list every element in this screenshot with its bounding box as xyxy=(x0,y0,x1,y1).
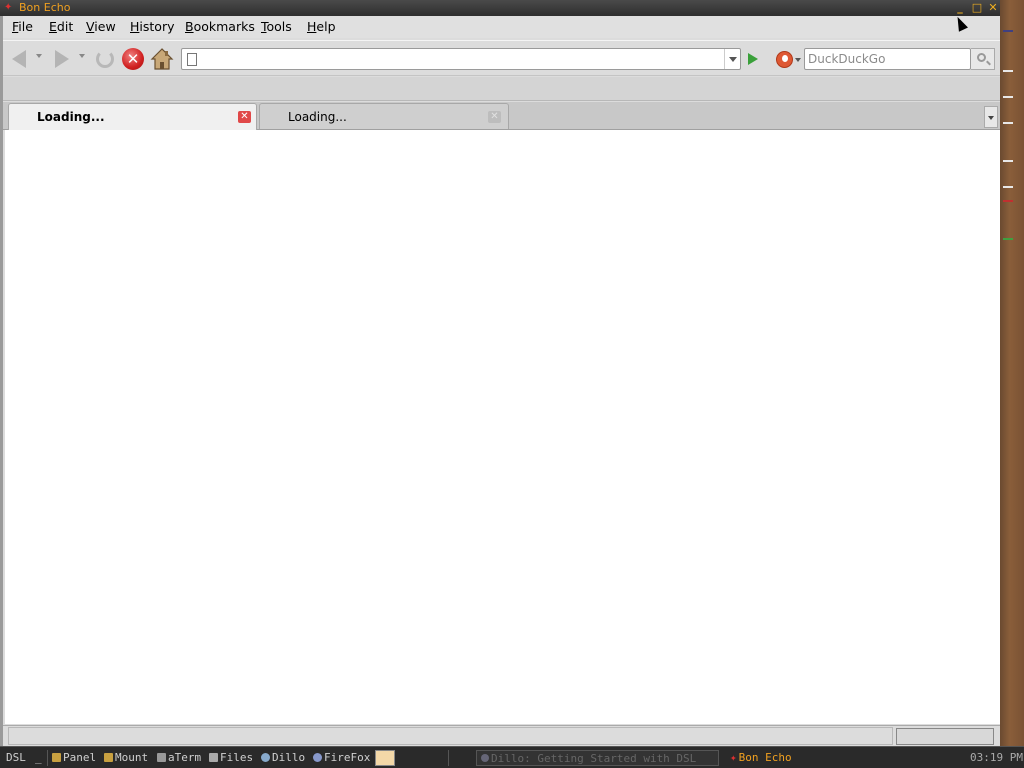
duckduckgo-icon xyxy=(776,51,793,68)
home-button[interactable] xyxy=(150,47,174,71)
launcher-mount[interactable]: Mount xyxy=(104,750,148,766)
go-arrow-icon xyxy=(748,53,758,65)
desktop-pager[interactable] xyxy=(375,750,395,766)
chevron-down-icon xyxy=(795,58,801,62)
app-icon: ✦ xyxy=(4,2,13,13)
search-icon xyxy=(977,53,986,62)
url-input[interactable] xyxy=(204,51,719,67)
list-all-tabs-button[interactable] xyxy=(984,106,998,128)
launcher-files[interactable]: Files xyxy=(209,750,253,766)
status-text xyxy=(8,727,893,745)
desktop-marker xyxy=(1003,200,1013,202)
stop-button[interactable]: ✕ xyxy=(121,47,145,71)
app-icon: ✦ xyxy=(730,751,737,764)
tab-loading-active[interactable]: Loading... ✕ xyxy=(8,103,257,130)
menu-history[interactable]: History xyxy=(130,19,174,34)
menu-help[interactable]: Help xyxy=(307,19,336,34)
task-bon-echo[interactable]: ✦ Bon Echo xyxy=(726,750,846,766)
tab-close-icon[interactable]: ✕ xyxy=(238,111,251,123)
maximize-button[interactable]: □ xyxy=(971,2,983,14)
dillo-icon xyxy=(261,753,270,762)
reload-icon xyxy=(96,50,114,68)
url-bar[interactable] xyxy=(181,48,741,70)
start-menu-button[interactable]: DSL xyxy=(6,750,26,766)
menu-bookmarks[interactable]: Bookmarks xyxy=(185,19,255,34)
navigation-toolbar: ✕ xyxy=(3,40,1000,76)
menu-tools[interactable]: Tools xyxy=(261,19,292,34)
files-icon xyxy=(209,753,218,762)
status-bar xyxy=(3,725,1000,746)
tab-strip: Loading... ✕ Loading... ✕ xyxy=(3,102,1000,130)
search-button[interactable] xyxy=(971,48,995,70)
menu-edit[interactable]: Edit xyxy=(49,19,73,34)
window-title: Bon Echo xyxy=(19,1,71,14)
forward-button[interactable] xyxy=(49,47,73,71)
taskbar-separator xyxy=(47,750,48,766)
menu-file[interactable]: File xyxy=(12,19,33,34)
desktop-marker xyxy=(1003,30,1013,32)
menubar: File Edit View History Bookmarks Tools H… xyxy=(3,16,1000,38)
launcher-aterm[interactable]: aTerm xyxy=(157,750,201,766)
desktop-edge xyxy=(1000,0,1024,746)
tab-loading[interactable]: Loading... ✕ xyxy=(259,103,509,129)
panel-icon xyxy=(52,753,61,762)
back-history-dropdown[interactable] xyxy=(36,54,42,58)
chevron-down-icon xyxy=(988,116,994,120)
url-history-dropdown[interactable] xyxy=(724,49,740,69)
minimize-button[interactable]: _ xyxy=(954,2,966,14)
close-button[interactable]: ✕ xyxy=(987,2,999,14)
browser-window: File Edit View History Bookmarks Tools H… xyxy=(0,16,1000,746)
desktop-marker xyxy=(1003,186,1013,188)
search-box[interactable] xyxy=(804,48,971,70)
reload-button[interactable] xyxy=(93,47,117,71)
desktop-marker xyxy=(1003,96,1013,98)
chevron-down-icon xyxy=(729,57,737,62)
desktop-marker xyxy=(1003,160,1013,162)
forward-history-dropdown[interactable] xyxy=(79,54,85,58)
bookmarks-toolbar xyxy=(3,77,1000,101)
launcher-panel[interactable]: Panel xyxy=(52,750,96,766)
menu-view[interactable]: View xyxy=(86,19,116,34)
page-icon xyxy=(187,53,197,66)
taskbar-separator xyxy=(448,750,449,766)
task-dillo[interactable]: Dillo: Getting Started with DSL xyxy=(476,750,719,766)
clock: 03:19 PM xyxy=(970,751,1023,764)
home-icon xyxy=(150,48,174,70)
stop-icon: ✕ xyxy=(122,48,144,70)
search-engine-selector[interactable] xyxy=(776,50,801,70)
page-content[interactable] xyxy=(5,130,1000,724)
mount-icon xyxy=(104,753,113,762)
tab-label: Loading... xyxy=(37,110,105,124)
taskbar-dash: _ xyxy=(35,751,42,764)
forward-arrow-icon xyxy=(55,50,69,68)
back-arrow-icon xyxy=(12,50,26,68)
go-button[interactable] xyxy=(743,51,761,69)
desktop-marker xyxy=(1003,122,1013,124)
taskbar: DSL _ Panel Mount aTerm Files Dillo Fire… xyxy=(0,746,1024,768)
desktop-marker xyxy=(1003,70,1013,72)
terminal-icon xyxy=(157,753,166,762)
back-button[interactable] xyxy=(9,47,33,71)
search-input[interactable] xyxy=(808,51,968,67)
tab-label: Loading... xyxy=(288,110,347,124)
desktop-marker xyxy=(1003,238,1013,240)
dillo-icon xyxy=(481,754,489,762)
tab-close-icon[interactable]: ✕ xyxy=(488,111,501,123)
firefox-icon xyxy=(313,753,322,762)
window-titlebar[interactable]: ✦ Bon Echo _ □ ✕ xyxy=(0,0,1000,16)
launcher-dillo[interactable]: Dillo xyxy=(261,750,305,766)
launcher-firefox[interactable]: FireFox xyxy=(313,750,370,766)
progress-meter xyxy=(896,728,994,745)
